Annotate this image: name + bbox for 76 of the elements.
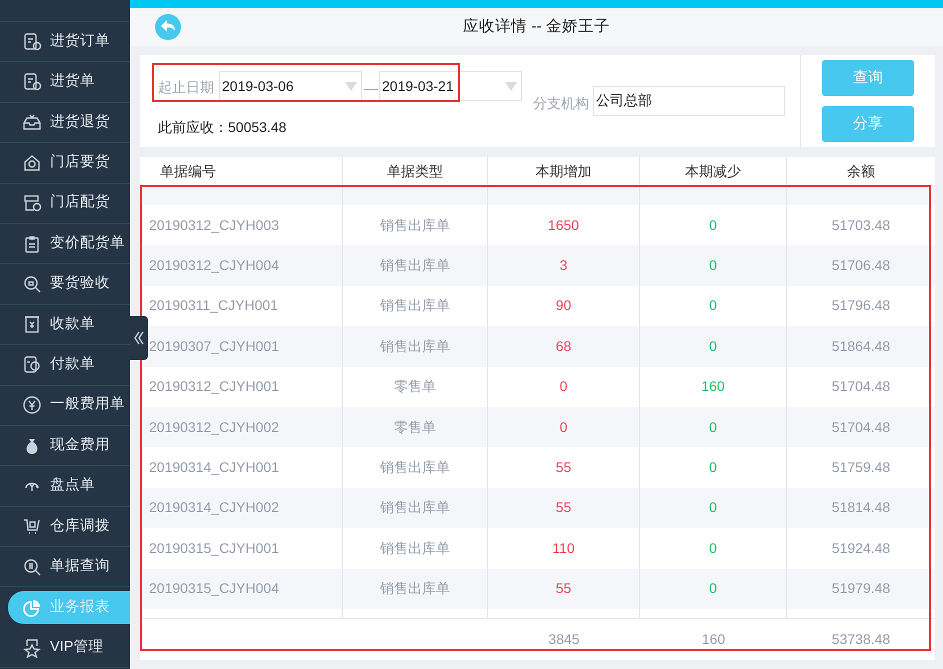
sidebar-item[interactable]: 门店要货 — [0, 143, 130, 184]
tray-icon — [22, 112, 42, 132]
sidebar-item[interactable]: VIP管理 — [0, 628, 130, 668]
table-cell-text: 51759.48 — [830, 458, 892, 478]
document-icon — [22, 354, 42, 375]
table-cell: 68 — [488, 326, 640, 367]
table-cell-text: 51704.48 — [830, 418, 892, 437]
column-header: 单据编号 — [140, 157, 343, 185]
sidebar-item[interactable]: 单据查询 — [0, 547, 130, 588]
table-cell: 0 — [640, 406, 787, 448]
sidebar-item[interactable]: 门店配货 — [0, 184, 130, 224]
sidebar-item[interactable]: 变价配货单 — [0, 224, 130, 264]
star-ribbon-icon — [22, 638, 42, 658]
table-cell: 20190315_CJYH004 — [140, 568, 343, 609]
dash-separator: — — [364, 79, 378, 98]
table-cell: 0 — [640, 245, 787, 286]
table-cell: 20190314_CJYH002 — [140, 488, 343, 528]
table-cell: 0 — [640, 488, 787, 528]
sidebar-item[interactable]: 进货单 — [0, 62, 130, 103]
table-cell: 销售出库单 — [343, 488, 488, 528]
table-cell: 零售单 — [343, 406, 488, 448]
table-cell-text: 51814.48 — [830, 498, 892, 518]
table-cell: 55 — [488, 568, 640, 609]
prior-receivable-value: 50053.48 — [228, 118, 286, 137]
document-icon — [22, 72, 42, 92]
table-cell: 3 — [488, 245, 640, 286]
sidebar-item[interactable]: 付款单 — [0, 345, 130, 386]
table-cell: 销售出库单 — [343, 326, 488, 367]
yen-circle-icon — [22, 395, 42, 416]
table-cell-text: 51864.48 — [830, 336, 892, 356]
column-header: 本期减少 — [640, 157, 787, 185]
table-cell: 0 — [488, 406, 640, 448]
table-cell: 0 — [640, 568, 787, 609]
column-header: 本期增加 — [488, 157, 640, 185]
magnifier-icon — [22, 274, 42, 294]
table-cell-text: 51979.48 — [830, 579, 892, 598]
sidebar-item[interactable]: 仓库调拨 — [0, 506, 130, 548]
date-select[interactable]: 2019-03-06 — [219, 71, 362, 101]
sidebar-item[interactable]: 盘点单 — [0, 466, 130, 507]
table-cell: 销售出库单 — [343, 245, 488, 286]
date-select[interactable]: 2019-03-21 — [379, 71, 522, 101]
table-cell: 0 — [640, 326, 787, 367]
page-title: 应收详情 -- 金娇王子 — [463, 17, 610, 38]
receipt-icon — [22, 314, 42, 334]
date-label: 起止日期 — [158, 78, 214, 97]
table-cell-text: 51703.48 — [830, 216, 892, 235]
table-cell: 20190312_CJYH002 — [140, 406, 343, 448]
table-cell-text: 51706.48 — [830, 256, 892, 276]
sidebar-item[interactable]: 进货订单 — [0, 22, 130, 62]
table-cell-text: 51796.48 — [830, 296, 892, 316]
table-cell: 55 — [488, 488, 640, 528]
pie-chart-icon — [22, 598, 42, 618]
double-chevron-icon — [134, 331, 144, 345]
branch-field[interactable]: 公司总部 — [593, 86, 785, 116]
dropdown-arrow-icon — [345, 82, 357, 90]
prior-receivable-label: 此前应收： — [158, 118, 228, 137]
table-cell: 销售出库单 — [343, 568, 488, 609]
branch-label: 分支机构 — [533, 94, 589, 113]
sidebar-item[interactable]: 现金费用 — [0, 426, 130, 466]
house-icon — [22, 152, 42, 173]
collapse-handle[interactable] — [130, 316, 148, 360]
total-cell-text: 3845 — [547, 630, 581, 649]
total-cell-text: 160 — [700, 630, 726, 649]
sidebar-item[interactable]: 一般费用单 — [0, 386, 130, 426]
shop-icon — [22, 193, 42, 214]
dropdown-arrow-icon — [505, 82, 517, 90]
sidebar-item[interactable]: 要货验收 — [0, 264, 130, 305]
table-cell-text: 51704.48 — [830, 377, 892, 396]
column-header: 单据类型 — [343, 157, 488, 185]
total-cell-text: 53738.48 — [830, 630, 892, 649]
table-cell-text: 51924.48 — [830, 538, 892, 558]
table-cell: 20190312_CJYH004 — [140, 245, 343, 286]
document-icon — [22, 32, 42, 52]
sidebar-item[interactable]: 进货退货 — [0, 102, 130, 144]
column-header: 余额 — [846, 162, 876, 180]
magnifier-icon — [22, 556, 42, 577]
